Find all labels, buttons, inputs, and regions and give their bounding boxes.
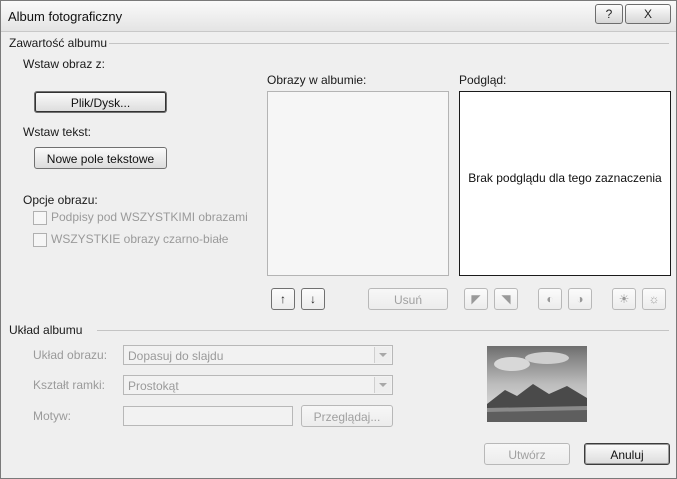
browse-button[interactable]: Przeglądaj...: [301, 405, 393, 427]
new-text-box-button-label: Nowe pole tekstowe: [46, 152, 155, 166]
contrast-up-icon: ◐: [546, 292, 554, 306]
new-text-box-button[interactable]: Nowe pole tekstowe: [34, 147, 167, 169]
preview-empty-text: Brak podglądu dla tego zaznaczenia: [468, 171, 662, 185]
title-bar: Album fotograficzny ? X: [1, 1, 676, 32]
album-content-group-label: Zawartość albumu: [9, 36, 108, 50]
album-layout-separator: [97, 330, 669, 331]
brightness-down-icon: ☼: [648, 292, 660, 306]
preview-pane: Brak podglądu dla tego zaznaczenia: [459, 91, 671, 276]
rotate-right-button[interactable]: ◥: [494, 288, 518, 310]
theme-label: Motyw:: [33, 409, 72, 423]
frame-shape-label: Kształt ramki:: [33, 378, 106, 392]
help-button[interactable]: ?: [595, 4, 623, 24]
rotate-left-button[interactable]: ◤: [464, 288, 488, 310]
close-button[interactable]: X: [625, 4, 671, 24]
layout-preview-thumbnail: [487, 346, 587, 422]
picture-layout-label: Układ obrazu:: [33, 348, 108, 362]
picture-options-label: Opcje obrazu:: [23, 193, 98, 207]
brightness-up-icon: ☀: [618, 292, 630, 306]
captions-checkbox-label: Podpisy pod WSZYSTKIMI obrazami: [51, 210, 248, 224]
cancel-button-label: Anuluj: [610, 448, 644, 462]
rotate-right-icon: ◥: [501, 292, 511, 306]
brightness-down-button[interactable]: ☼: [642, 288, 666, 310]
contrast-down-icon: ◑: [576, 292, 584, 306]
create-button-label: Utwórz: [508, 448, 546, 462]
cancel-button[interactable]: Anuluj: [584, 443, 670, 465]
insert-picture-label: Wstaw obraz z:: [23, 57, 106, 71]
file-disk-button-label: Plik/Dysk...: [70, 96, 131, 110]
black-white-checkbox[interactable]: [33, 233, 47, 247]
insert-text-label: Wstaw tekst:: [23, 125, 92, 139]
move-down-button[interactable]: ↓: [301, 288, 325, 310]
preview-label: Podgląd:: [459, 73, 507, 87]
dialog-title: Album fotograficzny: [8, 9, 123, 24]
captions-checkbox[interactable]: [33, 211, 47, 225]
close-icon: X: [643, 7, 652, 21]
create-button[interactable]: Utwórz: [484, 443, 570, 465]
pictures-in-album-list[interactable]: [267, 91, 449, 276]
landscape-image: [487, 346, 587, 422]
arrow-up-icon: ↑: [280, 292, 286, 306]
picture-layout-select[interactable]: Dopasuj do slajdu: [123, 345, 393, 365]
remove-button[interactable]: Usuń: [368, 288, 448, 310]
contrast-down-button[interactable]: ◑: [568, 288, 592, 310]
black-white-checkbox-label: WSZYSTKIE obrazy czarno-białe: [51, 232, 229, 246]
rotate-left-icon: ◤: [471, 292, 481, 306]
chevron-down-icon: [374, 377, 391, 393]
file-disk-button[interactable]: Plik/Dysk...: [34, 91, 167, 113]
contrast-up-button[interactable]: ◐: [538, 288, 562, 310]
album-layout-group-label: Układ albumu: [9, 323, 83, 337]
theme-input[interactable]: [123, 406, 293, 426]
brightness-up-button[interactable]: ☀: [612, 288, 636, 310]
remove-button-label: Usuń: [393, 293, 422, 307]
pictures-in-album-label: Obrazy w albumie:: [267, 73, 367, 87]
browse-button-label: Przeglądaj...: [313, 410, 381, 424]
picture-layout-value: Dopasuj do slajdu: [128, 349, 224, 363]
move-up-button[interactable]: ↑: [271, 288, 295, 310]
arrow-down-icon: ↓: [310, 292, 316, 306]
chevron-down-icon: [374, 347, 391, 363]
frame-shape-value: Prostokąt: [128, 379, 179, 393]
frame-shape-select[interactable]: Prostokąt: [123, 375, 393, 395]
help-icon: ?: [605, 7, 613, 21]
album-content-separator: [109, 43, 669, 44]
photo-album-dialog: Album fotograficzny ? X Zawartość albumu…: [0, 0, 677, 479]
